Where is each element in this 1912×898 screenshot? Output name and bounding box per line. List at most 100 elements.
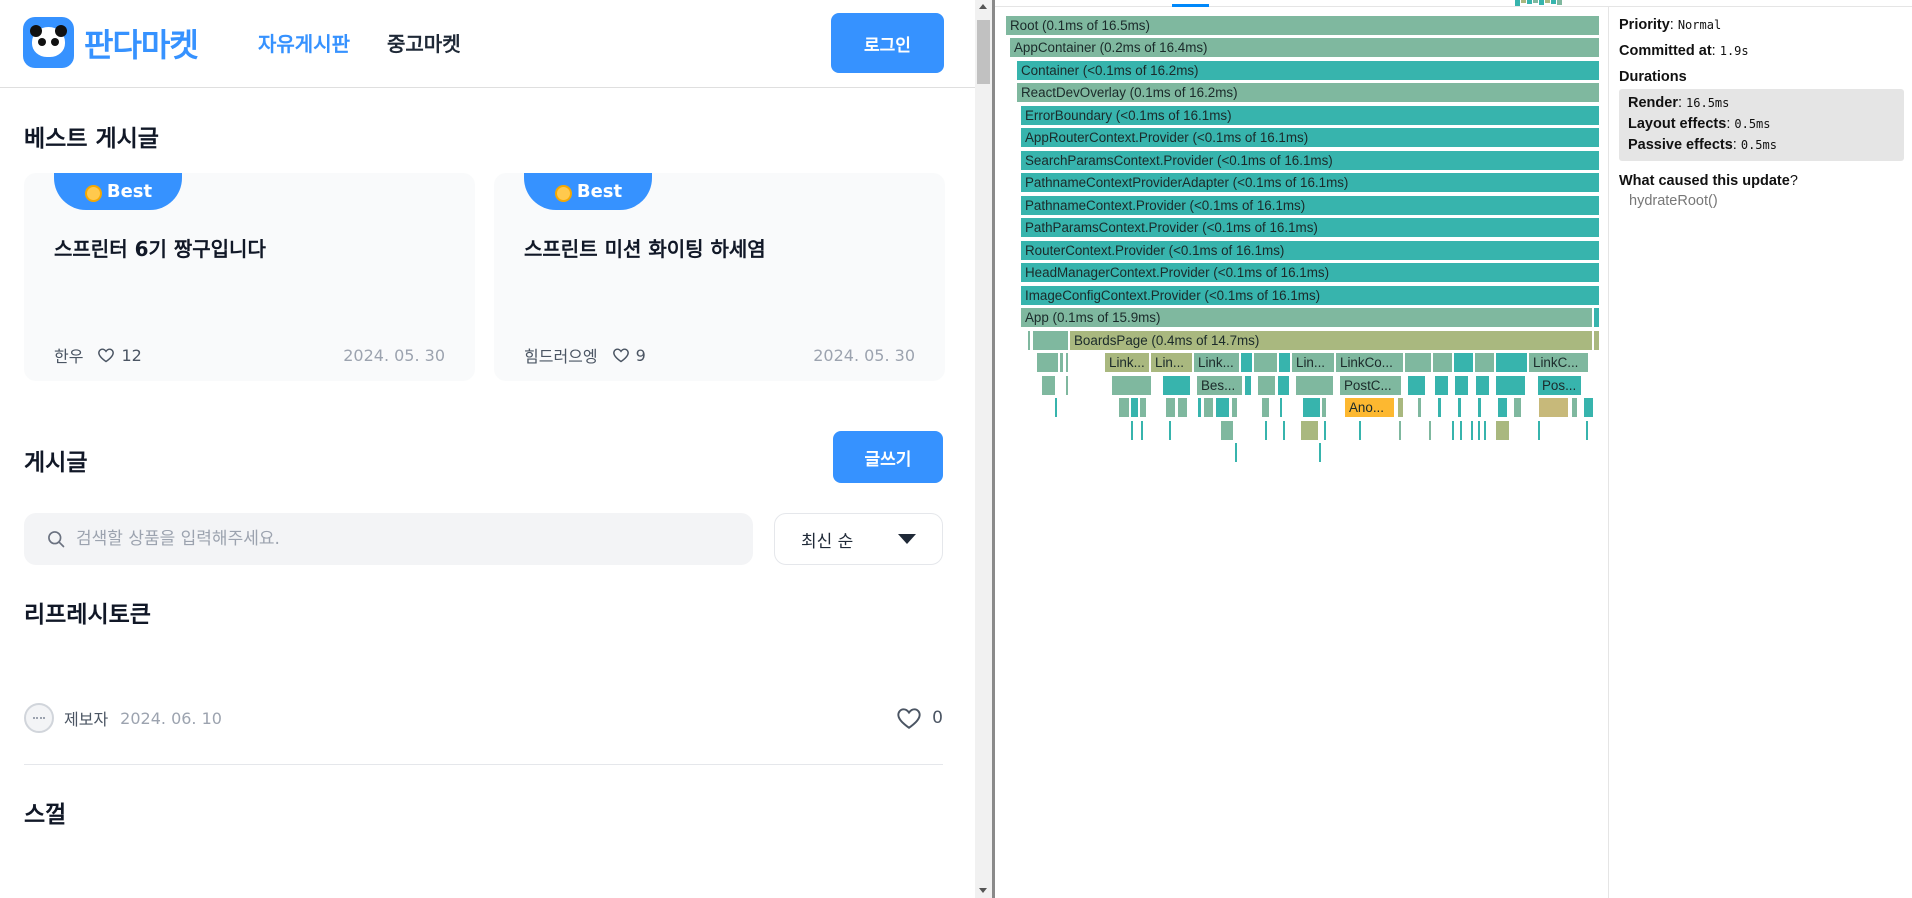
flame-node[interactable] bbox=[1496, 421, 1510, 441]
commit-bar[interactable] bbox=[1557, 0, 1562, 5]
post-list-item[interactable]: 스껄 bbox=[24, 795, 943, 885]
flame-node[interactable] bbox=[1163, 376, 1191, 396]
flame-node-pathparamscontext[interactable]: PathParamsContext.Provider (<0.1ms of 16… bbox=[1021, 218, 1600, 238]
flame-node[interactable] bbox=[1460, 421, 1463, 441]
flame-node[interactable] bbox=[1498, 398, 1508, 418]
best-post-card[interactable]: Best 스프린터 6기 짱구입니다 한우 12 2024. 05. 30 bbox=[24, 173, 475, 381]
flame-node[interactable] bbox=[1324, 421, 1327, 441]
flame-node[interactable] bbox=[1399, 421, 1402, 441]
flame-node[interactable] bbox=[1476, 376, 1490, 396]
flame-node[interactable] bbox=[1496, 353, 1528, 373]
search-input[interactable] bbox=[76, 529, 676, 549]
flame-node[interactable] bbox=[1042, 376, 1056, 396]
commit-bar[interactable] bbox=[1539, 0, 1544, 5]
flame-node[interactable] bbox=[1055, 398, 1058, 418]
flame-node-routercontext[interactable]: RouterContext.Provider (<0.1ms of 16.1ms… bbox=[1021, 241, 1600, 261]
search-bar[interactable] bbox=[24, 513, 753, 565]
flame-node-pathnamecontext[interactable]: PathnameContext.Provider (<0.1ms of 16.1… bbox=[1021, 196, 1600, 216]
flame-node[interactable] bbox=[1280, 398, 1283, 418]
flame-node[interactable] bbox=[1131, 398, 1139, 418]
flame-node[interactable] bbox=[1112, 376, 1152, 396]
flame-node-link[interactable]: Link... bbox=[1194, 353, 1240, 373]
flame-node[interactable] bbox=[1584, 398, 1594, 418]
commit-bar-chart[interactable] bbox=[1515, 0, 1562, 6]
post-list-item[interactable]: 리프레시토큰 제보자 2024. 06. 10 0 bbox=[24, 595, 943, 765]
flame-node-linkco[interactable]: LinkCo... bbox=[1336, 353, 1404, 373]
flame-node[interactable] bbox=[1241, 353, 1253, 373]
flame-node[interactable] bbox=[1319, 443, 1322, 463]
flame-node-approutercontext[interactable]: AppRouterContext.Provider (<0.1ms of 16.… bbox=[1021, 128, 1600, 148]
flame-node[interactable] bbox=[1433, 353, 1453, 373]
commit-bar[interactable] bbox=[1515, 0, 1520, 6]
flame-node[interactable] bbox=[1216, 398, 1230, 418]
flame-node[interactable] bbox=[1033, 331, 1069, 351]
flame-node-container[interactable]: Container (<0.1ms of 16.2ms) bbox=[1017, 61, 1600, 81]
scroll-up-arrow-icon[interactable] bbox=[979, 4, 987, 9]
logo[interactable]: 판다마켓 bbox=[23, 17, 199, 68]
flame-node[interactable] bbox=[1279, 353, 1291, 373]
flame-node[interactable] bbox=[1405, 353, 1432, 373]
update-cause-value[interactable]: hydrateRoot() bbox=[1629, 193, 1909, 209]
flame-node[interactable] bbox=[1475, 353, 1495, 373]
flame-node[interactable] bbox=[1283, 421, 1286, 441]
flame-node[interactable] bbox=[1140, 398, 1147, 418]
flame-node[interactable] bbox=[1359, 421, 1362, 441]
flame-node[interactable] bbox=[1235, 443, 1238, 463]
flame-node[interactable] bbox=[1028, 331, 1031, 351]
flame-node[interactable] bbox=[1204, 398, 1214, 418]
flame-node-bes[interactable]: Bes... bbox=[1197, 376, 1243, 396]
flame-node[interactable] bbox=[1594, 331, 1600, 351]
flame-node[interactable] bbox=[1198, 398, 1202, 418]
flame-node-pathnamecontextprovideradapter[interactable]: PathnameContextProviderAdapter (<0.1ms o… bbox=[1021, 173, 1600, 193]
flame-node[interactable] bbox=[1265, 421, 1268, 441]
flame-node-pos[interactable]: Pos... bbox=[1538, 376, 1582, 396]
post-likes[interactable]: 0 bbox=[896, 706, 943, 730]
flame-node-appcontainer[interactable]: AppContainer (0.2ms of 16.4ms) bbox=[1010, 38, 1600, 58]
flame-node[interactable] bbox=[1496, 376, 1526, 396]
flame-node[interactable] bbox=[1572, 398, 1578, 418]
scroll-down-arrow-icon[interactable] bbox=[979, 888, 987, 893]
flame-node[interactable] bbox=[1586, 421, 1589, 441]
flame-node[interactable] bbox=[1458, 398, 1462, 418]
flame-node-boardspage[interactable]: BoardsPage (0.4ms of 14.7ms) bbox=[1070, 331, 1593, 351]
flame-node[interactable] bbox=[1471, 421, 1474, 441]
flame-node[interactable] bbox=[1296, 376, 1334, 396]
flame-node[interactable] bbox=[1258, 376, 1276, 396]
flame-node-ano[interactable]: Ano... bbox=[1345, 398, 1395, 418]
flame-node-app[interactable]: App (0.1ms of 15.9ms) bbox=[1021, 308, 1593, 328]
scrollbar-thumb[interactable] bbox=[977, 20, 990, 84]
sort-dropdown[interactable]: 최신 순 bbox=[774, 513, 943, 565]
flame-node[interactable] bbox=[1119, 398, 1130, 418]
flame-chart[interactable]: Root (0.1ms of 16.5ms) AppContainer (0.2… bbox=[1006, 16, 1600, 476]
login-button[interactable]: 로그인 bbox=[831, 13, 944, 73]
flame-node[interactable] bbox=[1408, 376, 1426, 396]
flame-node-linkc[interactable]: LinkC... bbox=[1529, 353, 1589, 373]
flame-node-root[interactable]: Root (0.1ms of 16.5ms) bbox=[1006, 16, 1600, 36]
flame-node[interactable] bbox=[1037, 353, 1059, 373]
flame-node-headmanagercontext[interactable]: HeadManagerContext.Provider (<0.1ms of 1… bbox=[1021, 263, 1600, 283]
flame-node-link[interactable]: Lin... bbox=[1292, 353, 1335, 373]
flame-node-errorboundary[interactable]: ErrorBoundary (<0.1ms of 16.1ms) bbox=[1021, 106, 1600, 126]
write-post-button[interactable]: 글쓰기 bbox=[833, 431, 943, 483]
flame-node[interactable] bbox=[1232, 398, 1238, 418]
commit-bar[interactable] bbox=[1551, 0, 1556, 4]
nav-used-market[interactable]: 중고마켓 bbox=[387, 28, 461, 57]
flame-node[interactable] bbox=[1060, 353, 1064, 373]
flame-node[interactable] bbox=[1429, 421, 1432, 441]
flame-node[interactable] bbox=[1418, 398, 1422, 418]
flame-node[interactable] bbox=[1452, 421, 1455, 441]
flame-node[interactable] bbox=[1455, 376, 1469, 396]
flame-node[interactable] bbox=[1178, 398, 1188, 418]
commit-bar[interactable] bbox=[1533, 0, 1538, 3]
flame-node[interactable] bbox=[1484, 421, 1487, 441]
commit-bar[interactable] bbox=[1545, 0, 1550, 3]
flame-node-postc[interactable]: PostC... bbox=[1340, 376, 1402, 396]
flame-node[interactable] bbox=[1438, 398, 1442, 418]
flame-node-reactdevoverlay[interactable]: ReactDevOverlay (0.1ms of 16.2ms) bbox=[1017, 83, 1600, 103]
flame-node[interactable] bbox=[1066, 353, 1069, 373]
flame-node[interactable] bbox=[1514, 398, 1522, 418]
flame-node-imageconfigcontext[interactable]: ImageConfigContext.Provider (<0.1ms of 1… bbox=[1021, 286, 1600, 306]
flame-node-link[interactable]: Link... bbox=[1105, 353, 1150, 373]
flame-node[interactable] bbox=[1478, 398, 1482, 418]
flame-node[interactable] bbox=[1398, 398, 1404, 418]
